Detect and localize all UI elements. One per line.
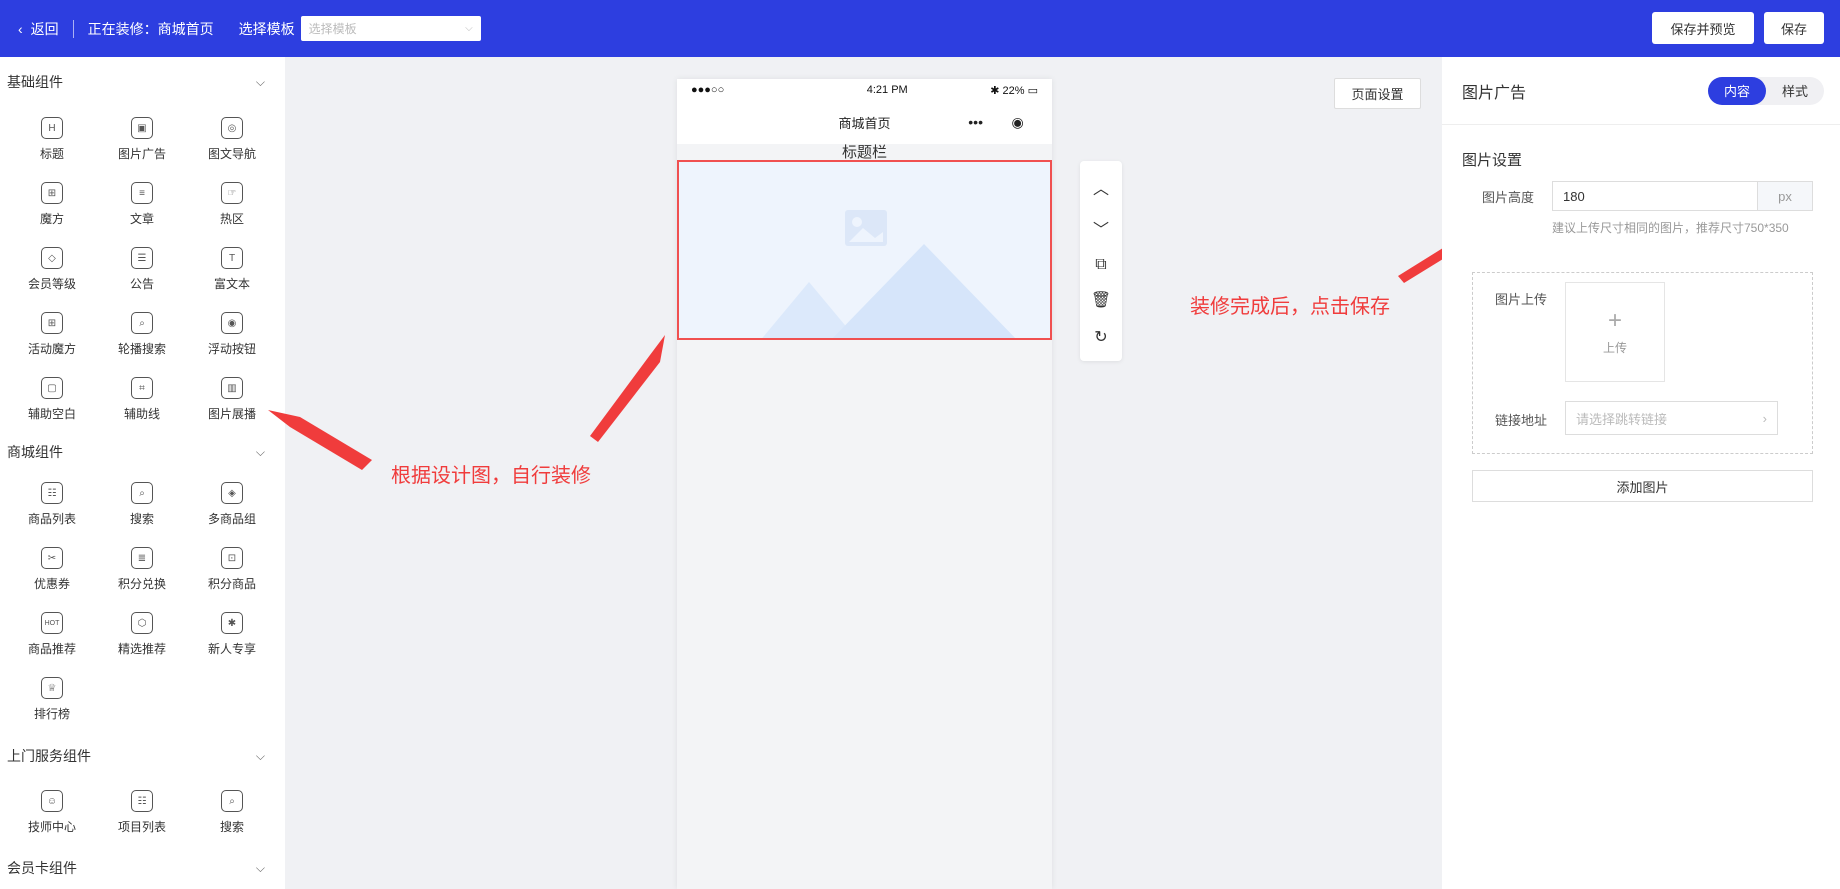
properties-panel: 图片广告 内容 样式 图片设置 图片高度 180 px 建议上传尺寸相同的图片，… [1442,57,1840,889]
annotation-right: 装修完成后，点击保存 [1190,296,1390,318]
tab-switch: 内容 样式 [1708,76,1824,105]
link-label: 链接地址 [1495,413,1548,428]
tab-content[interactable]: 内容 [1708,76,1766,105]
arrow-to-image-ad [590,335,665,442]
chevron-right-icon: › [1762,410,1767,426]
design-canvas: ●●●○○ 4:21 PM ✱ 22% ▭ 商城首页 ••• ◉ 标题栏 ︿ ﹀… [268,57,1756,889]
upload-button[interactable]: + 上传 [1565,282,1665,382]
section-title: 图片设置 [1462,152,1523,169]
plus-icon: + [1607,306,1622,334]
tab-style[interactable]: 样式 [1766,77,1824,105]
panel-title: 图片广告 [1462,84,1527,102]
height-unit: px [1757,181,1813,211]
properties-header: 图片广告 内容 样式 [1442,57,1840,125]
arrow-to-image-showcase [268,410,372,470]
upload-text: 上传 [1602,340,1627,355]
link-placeholder: 请选择跳转链接 [1576,411,1668,427]
upload-label: 图片上传 [1495,292,1548,307]
size-hint: 建议上传尺寸相同的图片，推荐尺寸750*350 [1552,221,1789,235]
image-item-box: 图片上传 + 上传 链接地址 请选择跳转链接 › [1472,272,1813,454]
height-label: 图片高度 [1482,190,1535,205]
link-select[interactable]: 请选择跳转链接 › [1565,401,1778,435]
annotation-left: 根据设计图，自行装修 [391,465,591,487]
add-image-button[interactable]: 添加图片 [1472,470,1813,502]
height-input[interactable]: 180 [1552,181,1757,211]
